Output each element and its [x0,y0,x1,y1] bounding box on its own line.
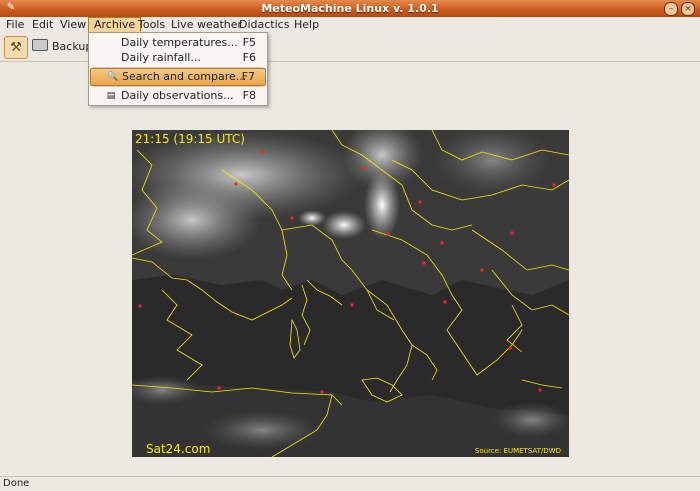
drive-icon [32,39,48,51]
menu-edit[interactable]: Edit [27,17,58,32]
menu-item-label: Daily rainfall... [121,51,201,64]
document-icon: ▤ [106,91,116,101]
menu-item-daily-rainfall[interactable]: Daily rainfall... F6 [90,50,266,66]
menu-item-shortcut: F6 [242,51,256,64]
menu-view[interactable]: View [55,17,91,32]
satellite-image: 21:15 (19:15 UTC) Sat24.com Source: EUME… [132,130,569,457]
magic-wand-button[interactable]: ⚒ [4,36,28,59]
title-bar: ✎ MeteoMachine Linux v. 1.0.1 – × [0,0,700,18]
window-title: MeteoMachine Linux v. 1.0.1 [261,2,439,15]
backup-label: Backup [52,40,93,53]
archive-menu: Daily temperatures... F5 Daily rainfall.… [88,32,268,106]
menu-tools[interactable]: Tools [133,17,170,32]
satellite-brand-label: Sat24.com [146,442,211,456]
search-compare-icon: 🔍 [107,72,119,82]
menu-item-shortcut: F7 [241,70,255,83]
minimize-button[interactable]: – [664,2,678,16]
magic-wand-icon: ⚒ [10,40,22,55]
status-text: Done [3,478,30,489]
close-button[interactable]: × [681,2,695,16]
menu-item-search-compare[interactable]: 🔍 Search and compare... F7 [90,68,266,86]
satellite-map [132,130,569,457]
menu-item-shortcut: F5 [242,36,256,49]
menu-help[interactable]: Help [289,17,324,32]
menu-didactics[interactable]: Didactics [234,17,294,32]
menu-item-label: Daily temperatures... [121,36,238,49]
menu-item-label: Search and compare... [122,70,247,83]
status-bar: Done [0,476,700,491]
satellite-source-label: Source: EUMETSAT/DWD [474,447,561,455]
menu-item-shortcut: F8 [242,89,256,102]
menu-file[interactable]: File [1,17,29,32]
menu-bar: File Edit View Archive Tools Live weathe… [0,17,700,32]
menu-separator [93,86,263,87]
backup-button[interactable]: Backup [32,36,92,57]
menu-item-daily-observations[interactable]: ▤ Daily observations... F8 [90,88,266,104]
menu-item-daily-temperatures[interactable]: Daily temperatures... F5 [90,35,266,51]
menu-item-label: Daily observations... [121,89,234,102]
satellite-time-label: 21:15 (19:15 UTC) [135,132,245,146]
